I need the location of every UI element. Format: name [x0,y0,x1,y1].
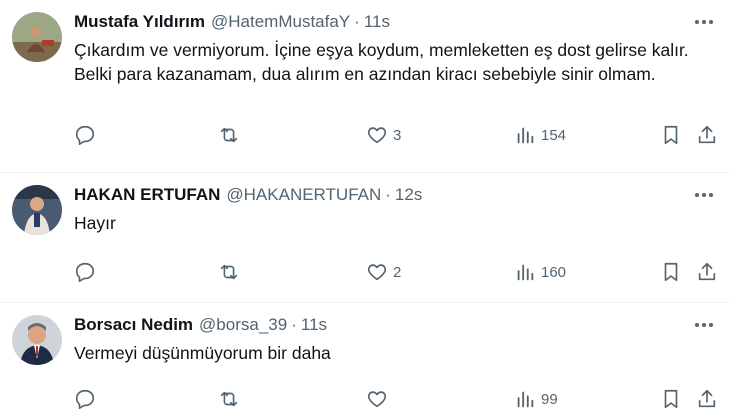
reply-icon [75,389,95,409]
more-options-icon[interactable] [690,10,718,34]
views-button[interactable]: 99 [514,384,558,414]
retweet-button[interactable] [218,257,240,287]
separator-dot: · [385,185,391,204]
analytics-icon [517,391,534,408]
tweet[interactable]: Mustafa Yıldırım @HatemMustafaY · 11s Çı… [0,0,730,173]
avatar[interactable] [12,12,62,62]
tweet-text: Vermeyi düşünmüyorum bir daha [74,343,331,363]
like-button[interactable] [366,384,393,414]
avatar[interactable] [12,315,62,365]
reply-button[interactable] [74,257,96,287]
avatar[interactable] [12,185,62,235]
view-count: 99 [541,390,558,408]
heart-icon [367,264,387,281]
like-count: 2 [393,263,402,281]
views-button[interactable]: 154 [514,120,566,150]
author-name[interactable]: HAKAN ERTUFAN [74,185,220,205]
timestamp[interactable]: 12s [395,185,422,205]
share-icon [698,262,716,281]
heart-icon [367,391,387,408]
share-button[interactable] [696,257,718,287]
like-button[interactable]: 2 [366,257,401,287]
like-button[interactable]: 3 [366,120,401,150]
retweet-icon [220,127,238,143]
separator-dot: · [291,315,297,334]
author-name[interactable]: Mustafa Yıldırım [74,12,205,32]
reply-button[interactable] [74,384,96,414]
retweet-button[interactable] [218,120,240,150]
avatar-image [12,315,62,365]
bookmark-button[interactable] [660,120,682,150]
tweet-text: Hayır [74,213,116,233]
more-options-icon[interactable] [690,313,718,337]
action-bar: 2 160 [74,257,720,287]
share-icon [698,125,716,144]
views-button[interactable]: 160 [514,257,566,287]
view-count: 160 [541,263,567,281]
avatar-image [12,185,62,235]
author-name[interactable]: Borsacı Nedim [74,315,193,335]
action-bar: 99 [74,384,720,414]
retweet-button[interactable] [218,384,240,414]
action-bar: 3 154 [74,120,720,150]
tweet-text: Çıkardım ve vermiyorum. İçine eşya koydu… [74,40,689,84]
share-icon [698,389,716,408]
timestamp[interactable]: 11s [301,315,327,335]
author-handle[interactable]: @HAKANERTUFAN [226,185,381,205]
reply-icon [75,125,95,145]
bookmark-button[interactable] [660,384,682,414]
bookmark-icon [664,389,678,409]
like-count: 3 [393,126,402,144]
analytics-icon [517,127,534,144]
timestamp[interactable]: 11s [364,12,390,32]
share-button[interactable] [696,120,718,150]
author-handle[interactable]: @borsa_39 [199,315,287,335]
separator-dot: · [354,12,360,31]
analytics-icon [517,264,534,281]
retweet-icon [220,264,238,280]
bookmark-button[interactable] [660,257,682,287]
bookmark-icon [664,125,678,145]
view-count: 154 [541,126,567,144]
avatar-image [12,12,62,62]
reply-button[interactable] [74,120,96,150]
retweet-icon [220,391,238,407]
reply-icon [75,262,95,282]
author-handle[interactable]: @HatemMustafaY [211,12,350,32]
bookmark-icon [664,262,678,282]
more-options-icon[interactable] [690,183,718,207]
heart-icon [367,127,387,144]
share-button[interactable] [696,384,718,414]
